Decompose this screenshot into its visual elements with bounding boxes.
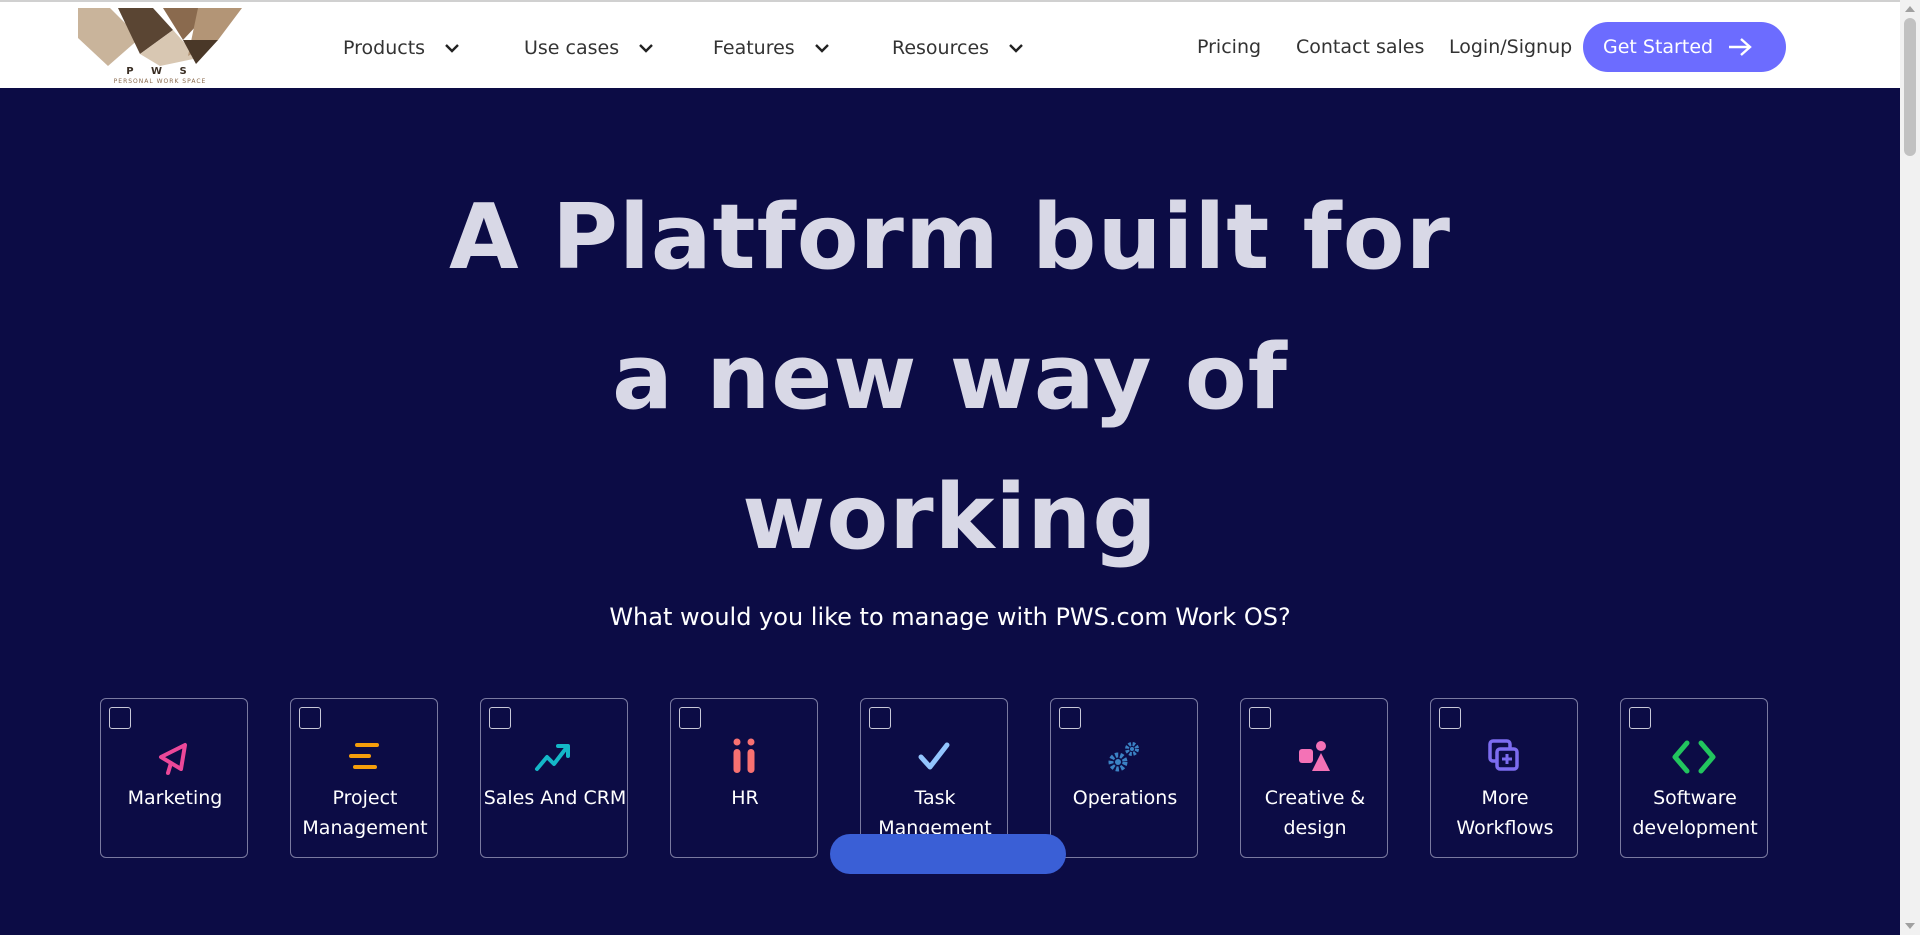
nav-features-menu[interactable]: Features <box>713 34 831 62</box>
gears-icon <box>1108 742 1139 772</box>
nav-resources-menu[interactable]: Resources <box>892 34 1025 62</box>
workflow-checkbox[interactable] <box>109 707 131 729</box>
chevron-down-icon <box>1009 44 1023 53</box>
workflow-card-software-development[interactable]: Software development <box>1620 698 1768 858</box>
scroll-up-arrow-icon[interactable] <box>1905 6 1915 12</box>
workflow-checkbox[interactable] <box>679 707 701 729</box>
get-started-button[interactable]: Get Started <box>1583 22 1786 72</box>
nav-products-menu[interactable]: Products <box>343 34 461 62</box>
nav-products-label: Products <box>343 37 426 59</box>
hero-section: A Platform built for a new way of workin… <box>0 88 1900 935</box>
workflow-label: Operations <box>1072 787 1178 809</box>
workflow-card-creative-design[interactable]: Creative & design <box>1240 698 1388 858</box>
scroll-down-arrow-icon[interactable] <box>1905 923 1915 929</box>
workflow-checkbox[interactable] <box>1629 707 1651 729</box>
workflow-card-sales-crm[interactable]: Sales And CRM <box>480 698 628 858</box>
workflow-label: Sales And CRM <box>483 787 627 809</box>
workflow-checkbox[interactable] <box>1439 707 1461 729</box>
logo-text: P W S <box>126 66 194 77</box>
workflow-checkbox[interactable] <box>869 707 891 729</box>
pws-logo[interactable]: P W S PERSONAL WORK SPACE <box>78 8 242 85</box>
nav-contact-sales-link[interactable]: Contact sales <box>1296 36 1424 58</box>
people-icon <box>733 738 755 773</box>
workflow-label: Software development <box>1632 787 1758 839</box>
chevron-down-icon <box>639 44 653 53</box>
workflow-label: Creative & design <box>1264 787 1366 839</box>
workflow-label: More Workflows <box>1456 787 1554 839</box>
primary-action-button-partial[interactable] <box>830 834 1066 874</box>
logo-subtext: PERSONAL WORK SPACE <box>113 78 207 85</box>
workflow-checkbox[interactable] <box>299 707 321 729</box>
arrow-right-icon <box>1729 38 1752 56</box>
hero-title-line-2: a new way of <box>612 325 1288 430</box>
nav-use-cases-menu[interactable]: Use cases <box>524 34 655 62</box>
hero-subtitle: What would you like to manage with PWS.c… <box>609 603 1291 631</box>
list-lines-icon <box>349 743 379 769</box>
site-header: P W S PERSONAL WORK SPACE Products Use c… <box>0 2 1900 88</box>
workflow-checkbox[interactable] <box>1059 707 1081 729</box>
hero-title-line-3: working <box>742 465 1158 570</box>
get-started-label: Get Started <box>1603 36 1714 58</box>
shapes-icon <box>1299 741 1330 771</box>
workflow-card-operations[interactable]: Operations <box>1050 698 1198 858</box>
workflow-label: Project Management <box>302 787 428 839</box>
nav-resources-label: Resources <box>892 37 990 59</box>
chevron-down-icon <box>814 44 829 53</box>
scrollbar-thumb[interactable] <box>1904 18 1916 156</box>
workflow-label: Marketing <box>127 787 223 809</box>
nav-use-cases-label: Use cases <box>524 37 620 59</box>
chevron-down-icon <box>445 44 459 53</box>
add-layers-icon <box>1488 739 1519 771</box>
hero-title: A Platform built for a new way of workin… <box>330 168 1570 588</box>
nav-login-signup-link[interactable]: Login/Signup <box>1449 36 1572 58</box>
trend-up-icon <box>535 744 570 771</box>
code-brackets-icon <box>1672 740 1716 774</box>
workflow-card-project-management[interactable]: Project Management <box>290 698 438 858</box>
workflow-card-marketing[interactable]: Marketing <box>100 698 248 858</box>
workflow-checkbox[interactable] <box>1249 707 1271 729</box>
workflow-checkbox[interactable] <box>489 707 511 729</box>
hero-title-line-1: A Platform built for <box>449 185 1451 290</box>
logo-mark-icon <box>78 8 242 66</box>
nav-features-label: Features <box>713 37 795 59</box>
workflow-card-more-workflows[interactable]: More Workflows <box>1430 698 1578 858</box>
checkmark-icon <box>918 742 950 770</box>
workflow-label: HR <box>731 787 759 809</box>
workflow-card-hr[interactable]: HR <box>670 698 818 858</box>
nav-pricing-link[interactable]: Pricing <box>1197 36 1261 58</box>
megaphone-icon <box>159 743 187 775</box>
vertical-scrollbar[interactable] <box>1900 0 1920 935</box>
